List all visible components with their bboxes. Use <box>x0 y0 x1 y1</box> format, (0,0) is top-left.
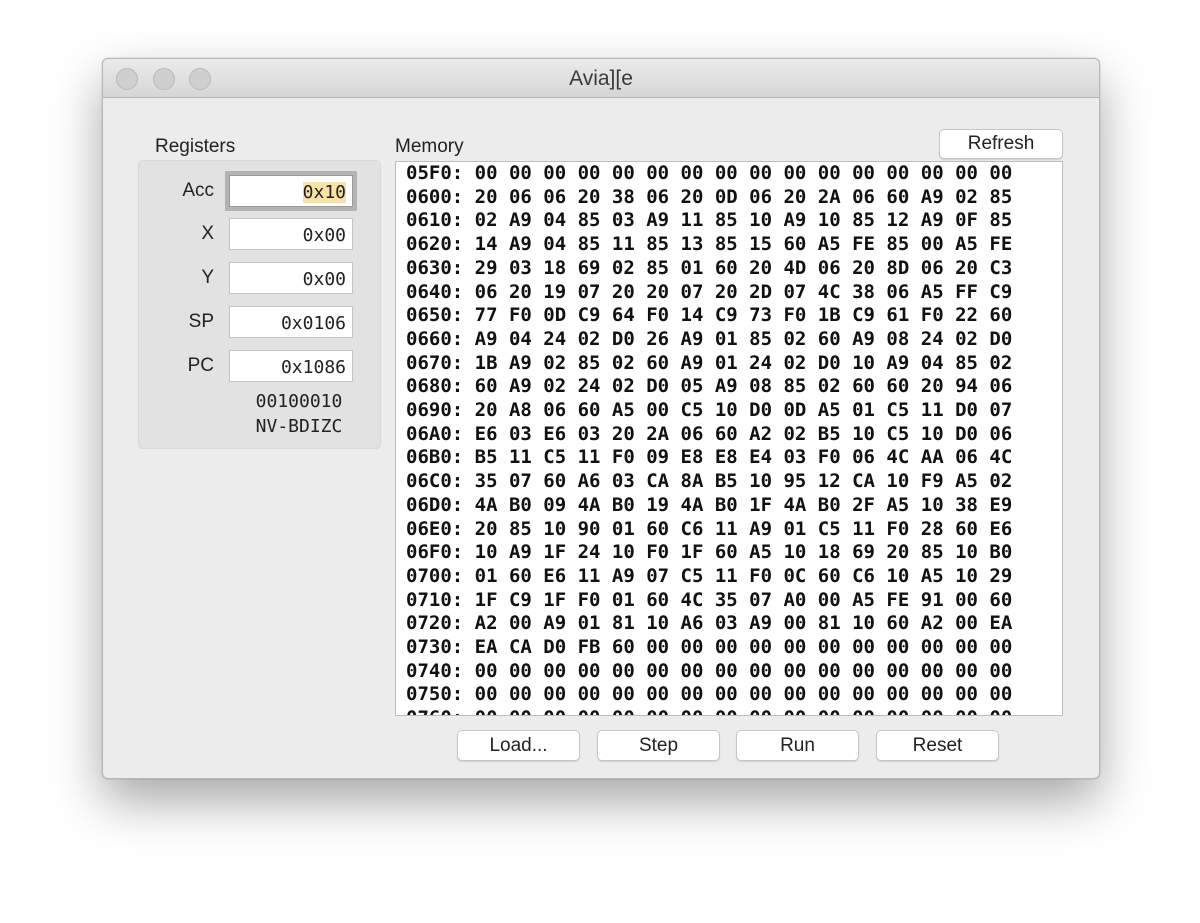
register-pc-label: PC <box>187 355 214 376</box>
refresh-button[interactable]: Refresh <box>939 129 1063 159</box>
run-button[interactable]: Run <box>736 730 859 761</box>
registers-label: Registers <box>155 136 236 157</box>
register-y-label: Y <box>201 267 214 288</box>
register-sp-field[interactable]: 0x0106 <box>229 306 353 338</box>
register-pc-field[interactable]: 0x1086 <box>229 350 353 382</box>
memory-row: 0680: 60 A9 02 24 02 D0 05 A9 08 85 02 6… <box>406 375 1013 398</box>
register-acc-value: 0x10 <box>302 182 346 203</box>
register-acc: Acc 0x10 <box>139 175 380 209</box>
load-button[interactable]: Load... <box>457 730 580 761</box>
register-y: Y 0x00 <box>139 262 380 296</box>
memory-row: 0710: 1F C9 1F F0 01 60 4C 35 07 A0 00 A… <box>406 588 1013 611</box>
memory-row: 0760: 00 00 00 00 00 00 00 00 00 00 00 0… <box>406 707 1012 715</box>
memory-row: 06F0: 10 A9 1F 24 10 F0 1F 60 A5 10 18 6… <box>406 541 1013 564</box>
memory-row: 0660: A9 04 24 02 D0 26 A9 01 85 02 60 A… <box>406 327 1013 350</box>
registers-panel: Acc 0x10 X 0x00 Y 0x00 SP 0x0106 PC 0x10… <box>138 160 381 449</box>
status-bits: 00100010 <box>255 391 343 412</box>
memory-row: 0700: 01 60 E6 11 A9 07 C5 11 F0 0C 60 C… <box>406 564 1013 587</box>
register-x: X 0x00 <box>139 218 380 252</box>
register-sp: SP 0x0106 <box>139 306 380 340</box>
memory-row: 06C0: 35 07 60 A6 03 CA 8A B5 10 95 12 C… <box>406 470 1013 493</box>
memory-row: 0610: 02 A9 04 85 03 A9 11 85 10 A9 10 8… <box>406 209 1013 232</box>
memory-row: 0730: EA CA D0 FB 60 00 00 00 00 00 00 0… <box>406 636 1013 659</box>
memory-lines: 05F0: 00 00 00 00 00 00 00 00 00 00 00 0… <box>406 162 1013 715</box>
memory-row: 0740: 00 00 00 00 00 00 00 00 00 00 00 0… <box>406 659 1013 682</box>
register-sp-label: SP <box>188 311 214 332</box>
memory-label: Memory <box>395 136 464 157</box>
register-acc-field[interactable]: 0x10 <box>229 175 353 207</box>
register-acc-label: Acc <box>182 180 214 201</box>
app-window: Avia][e Registers Acc 0x10 X 0x00 Y 0x00… <box>102 58 1100 779</box>
step-button[interactable]: Step <box>597 730 720 761</box>
window-title: Avia][e <box>569 67 633 90</box>
memory-row: 0640: 06 20 19 07 20 20 07 20 2D 07 4C 3… <box>406 280 1013 303</box>
memory-row: 0670: 1B A9 02 85 02 60 A9 01 24 02 D0 1… <box>406 351 1013 374</box>
register-x-field[interactable]: 0x00 <box>229 218 353 250</box>
memory-row: 0600: 20 06 06 20 38 06 20 0D 06 20 2A 0… <box>406 185 1013 208</box>
memory-row: 06A0: E6 03 E6 03 20 2A 06 60 A2 02 B5 1… <box>406 422 1013 445</box>
memory-row: 0620: 14 A9 04 85 11 85 13 85 15 60 A5 F… <box>406 233 1013 256</box>
memory-row: 0720: A2 00 A9 01 81 10 A6 03 A9 00 81 1… <box>406 612 1013 635</box>
memory-row: 05F0: 00 00 00 00 00 00 00 00 00 00 00 0… <box>406 162 1013 184</box>
memory-row: 0750: 00 00 00 00 00 00 00 00 00 00 00 0… <box>406 683 1013 706</box>
memory-row: 0630: 29 03 18 69 02 85 01 60 20 4D 06 2… <box>406 256 1013 279</box>
reset-button[interactable]: Reset <box>876 730 999 761</box>
memory-row: 0650: 77 F0 0D C9 64 F0 14 C9 73 F0 1B C… <box>406 304 1013 327</box>
memory-row: 06B0: B5 11 C5 11 F0 09 E8 E8 E4 03 F0 0… <box>406 446 1013 469</box>
memory-row: 06D0: 4A B0 09 4A B0 19 4A B0 1F 4A B0 2… <box>406 493 1013 516</box>
register-y-field[interactable]: 0x00 <box>229 262 353 294</box>
memory-row: 0690: 20 A8 06 60 A5 00 C5 10 D0 0D A5 0… <box>406 399 1013 422</box>
memory-view[interactable]: 05F0: 00 00 00 00 00 00 00 00 00 00 00 0… <box>395 161 1063 716</box>
title-bar: Avia][e <box>103 59 1099 98</box>
register-x-label: X <box>201 223 214 244</box>
register-pc: PC 0x1086 <box>139 350 380 384</box>
memory-row: 06E0: 20 85 10 90 01 60 C6 11 A9 01 C5 1… <box>406 517 1013 540</box>
status-flags-legend: NV-BDIZC <box>255 416 343 437</box>
